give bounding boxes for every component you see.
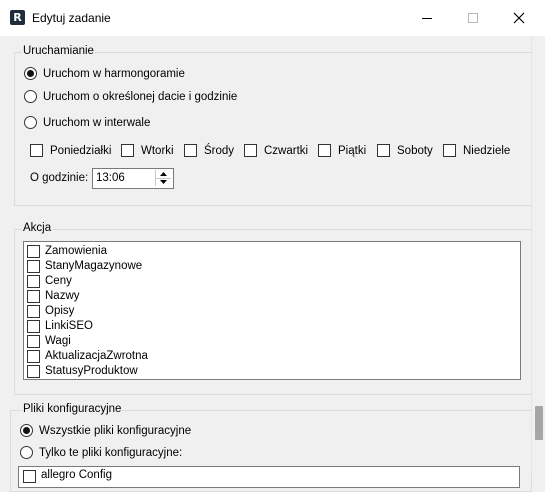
checkbox[interactable] (27, 305, 40, 318)
checkbox[interactable] (27, 275, 40, 288)
config-option-label: Tylko te pliki konfiguracyjne: (39, 447, 183, 459)
list-item-label: LinkiSEO (45, 320, 93, 332)
window-scrollbar[interactable] (531, 36, 545, 476)
run-option-label: Uruchom w interwale (43, 117, 151, 129)
day-label: Soboty (397, 145, 433, 157)
run-option-label: Uruchom o określonej dacie i godzinie (43, 91, 238, 103)
checkbox[interactable] (27, 320, 40, 333)
maximize-icon (468, 13, 478, 23)
checkbox[interactable] (244, 144, 257, 157)
scrollbar-thumb[interactable] (535, 406, 543, 440)
list-item-label: Ceny (45, 275, 72, 287)
checkbox[interactable] (27, 245, 40, 258)
checkbox[interactable] (184, 144, 197, 157)
time-value[interactable]: 13:06 (96, 172, 125, 184)
time-label: O godzinie: (30, 172, 89, 184)
day-label: Środy (204, 145, 235, 157)
run-option-label: Uruchom w harmongoramie (43, 68, 185, 80)
day-label: Wtorki (141, 145, 174, 157)
day-label: Czwartki (264, 145, 309, 157)
radio-button[interactable] (24, 116, 37, 129)
checkbox[interactable] (27, 290, 40, 303)
minimize-icon (422, 18, 432, 19)
time-spinner[interactable] (155, 170, 171, 186)
maximize-button[interactable] (450, 0, 496, 36)
list-item-label: Nazwy (45, 290, 80, 302)
close-icon (513, 12, 525, 24)
minimize-button[interactable] (404, 0, 450, 36)
radio-button[interactable] (24, 90, 37, 103)
list-item-label: Zamowienia (45, 245, 107, 257)
checkbox[interactable] (23, 470, 36, 483)
time-down-button[interactable] (156, 178, 171, 186)
day-label: Piątki (338, 145, 367, 157)
list-item-label: allegro Config (41, 469, 112, 481)
list-item-label: Wagi (45, 335, 71, 347)
checkbox[interactable] (443, 144, 456, 157)
close-button[interactable] (496, 0, 542, 36)
action-checklist[interactable]: Zamowienia StanyMagazynowe Ceny Nazwy Op… (23, 241, 521, 380)
config-option-label: Wszystkie pliki konfiguracyjne (39, 425, 192, 437)
radio-button[interactable] (24, 67, 37, 80)
title-bar: R Edytuj zadanie (0, 0, 545, 36)
list-item-label: Opisy (45, 305, 75, 317)
run-group-legend: Uruchamianie (22, 45, 95, 57)
checkbox[interactable] (121, 144, 134, 157)
window-title: Edytuj zadanie (32, 11, 111, 25)
checkbox[interactable] (27, 350, 40, 363)
checkbox[interactable] (27, 260, 40, 273)
checkbox[interactable] (318, 144, 331, 157)
checkbox[interactable] (27, 365, 40, 378)
caret-up-icon (160, 172, 167, 176)
action-group-legend: Akcja (22, 222, 53, 234)
caret-down-icon (160, 180, 167, 184)
list-item-label: StatusyProduktow (45, 365, 138, 377)
config-group-legend: Pliki konfiguracyjne (22, 403, 123, 415)
time-picker[interactable]: 13:06 (92, 168, 174, 189)
list-item-label: StanyMagazynowe (45, 260, 143, 272)
checkbox[interactable] (377, 144, 390, 157)
radio-button[interactable] (20, 424, 33, 437)
checkbox[interactable] (30, 144, 43, 157)
day-label: Poniedziałki (50, 145, 112, 157)
config-file-checklist[interactable]: allegro Config (18, 466, 520, 488)
day-label: Niedziele (463, 145, 511, 157)
app-logo-icon: R (10, 10, 25, 25)
list-item-label: AktualizacjaZwrotna (45, 350, 148, 362)
radio-button[interactable] (20, 446, 33, 459)
checkbox[interactable] (27, 335, 40, 348)
